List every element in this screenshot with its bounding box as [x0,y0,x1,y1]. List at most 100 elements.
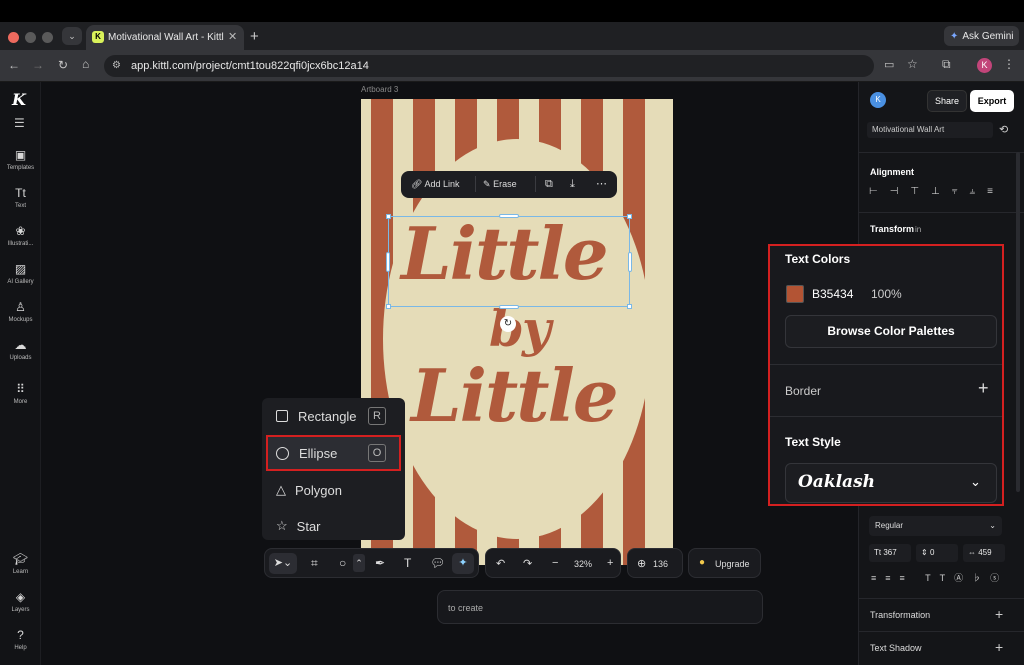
text-little-bottom[interactable]: Little [411,353,619,438]
site-info-icon[interactable]: ⚙ [112,60,121,71]
chevron-down-icon: ⌄ [970,474,981,489]
sidebar-item-layers[interactable]: ◈ Layers [0,590,41,613]
duplicate-icon[interactable]: ⧉ [545,178,553,191]
comment-tool-icon[interactable]: 💬︎ [430,556,445,570]
artboard[interactable]: Little by Little [361,99,673,565]
font-select[interactable]: Oaklash ⌄ [785,463,997,503]
zoom-out-icon[interactable]: − [552,557,558,569]
pen-tool-icon[interactable]: ✒ [375,556,385,570]
url-field[interactable]: ⚙ app.kittl.com/project/cmt1tou822qfi0jc… [104,55,874,77]
more-options-icon[interactable]: ⋯ [596,177,607,190]
browse-color-palettes-button[interactable]: Browse Color Palettes [785,315,997,348]
alignment-section: Alignment ⊢⊣⊤⊥⫧⫨≡ [859,152,1024,212]
resize-handle[interactable] [386,252,390,272]
credits-counter[interactable]: ⊕ 136 [627,548,683,578]
minimize-window-button[interactable] [25,32,36,43]
shape-menu-item-ellipse[interactable]: Ellipse O [266,435,401,471]
scrollbar[interactable] [1016,152,1020,492]
ask-gemini-button[interactable]: ✦ Ask Gemini [944,26,1019,46]
add-link-button[interactable]: 🔗︎ Add Link [411,179,459,190]
selection-box[interactable] [388,216,630,307]
sidebar-item-learn[interactable]: 🎓︎ Learn [0,552,41,575]
shape-menu-item-rectangle[interactable]: Rectangle R [262,398,405,434]
upgrade-button[interactable]: ● Upgrade [688,548,761,578]
project-name-field[interactable]: Motivational Wall Art [867,122,993,138]
zoom-in-icon[interactable]: + [607,557,613,569]
color-opacity-value[interactable]: 100% [871,287,902,301]
home-icon[interactable]: ⌂ [82,57,89,71]
sidebar-item-uploads[interactable]: ☁ Uploads [0,338,41,361]
chevron-up-icon[interactable]: ⌃ [353,554,365,572]
collaborator-avatar[interactable]: K [870,92,886,108]
zoom-window-button[interactable] [42,32,53,43]
sidebar-item-text[interactable]: Tt Text [0,186,41,209]
sidebar-item-mockups[interactable]: ♙ Mockups [0,300,41,323]
shape-menu-item-polygon[interactable]: △ Polygon [262,472,405,508]
shape-tool-icon[interactable]: ○ [339,556,346,570]
kittl-logo[interactable]: K [12,90,26,109]
text-tool-icon[interactable]: T [404,556,411,570]
font-size-field[interactable]: Tt 367 [869,544,911,562]
line-height-value: 0 [929,548,935,557]
text-format-icons[interactable]: ≡≡≡ TTⒶ♭ⓢ [871,571,1008,584]
back-icon[interactable]: ← [8,58,20,72]
history-icon[interactable]: ⟲ [999,123,1008,136]
polygon-icon: △ [276,482,286,497]
ai-magic-icon[interactable]: ✦ [452,553,474,574]
resize-handle[interactable] [386,304,391,309]
bookmark-star-icon[interactable]: ☆ [907,57,918,71]
share-button[interactable]: Share [927,90,967,112]
erase-label: Erase [493,179,517,189]
color-hex-value[interactable]: B35434 [812,287,853,301]
extensions-icon[interactable]: ⧉ [942,57,951,72]
letter-spacing-field[interactable]: ⇔ 459 [963,544,1005,562]
sidebar-item-ai-gallery[interactable]: ▨ AI Gallery [0,262,41,285]
close-tab-icon[interactable]: ✕ [228,30,237,43]
add-transformation-icon[interactable]: + [995,606,1003,622]
download-icon[interactable]: ⤓ [570,178,575,191]
add-text-shadow-icon[interactable]: + [995,639,1003,655]
sidebar-item-templates[interactable]: ▣ Templates [0,148,41,171]
resize-handle[interactable] [627,214,632,219]
text-by[interactable]: by [489,299,551,358]
sidebar-item-label: Learn [12,569,29,575]
cast-icon[interactable]: ▭ [884,58,894,71]
tab-search-icon[interactable]: ⌄ [62,27,82,45]
sidebar-item-illustrations[interactable]: ❀ Illustrati... [0,224,41,247]
erase-button[interactable]: ✎ Erase [483,179,517,190]
profile-avatar[interactable]: K [977,58,992,73]
line-height-field[interactable]: ⇕ 0 [916,544,958,562]
new-tab-button[interactable]: + [250,28,259,45]
browser-menu-icon[interactable]: ⋮ [1003,57,1015,71]
resize-handle[interactable] [499,305,519,309]
close-window-button[interactable] [8,32,19,43]
sidebar-item-help[interactable]: ? Help [0,628,41,651]
zoom-level[interactable]: 32% [574,559,592,569]
transformation-section[interactable]: Transformation + [859,598,1024,631]
sidebar-item-label: Illustrati... [7,241,34,247]
resize-handle[interactable] [499,214,519,218]
alignment-icons[interactable]: ⊢⊣⊤⊥⫧⫨≡ [869,186,1005,197]
resize-handle[interactable] [386,214,391,219]
font-weight-select[interactable]: Regular ⌄ [869,516,1002,536]
upload-icon: ☁ [14,338,27,352]
export-button[interactable]: Export [970,90,1014,112]
color-swatch[interactable] [786,285,804,303]
select-tool-icon[interactable]: ➤⌄ [269,553,297,574]
add-border-icon[interactable]: + [978,378,989,399]
text-shadow-section[interactable]: Text Shadow + [859,631,1024,665]
reload-icon[interactable]: ↻ [58,58,68,72]
resize-handle[interactable] [627,304,632,309]
text-colors-title: Text Colors [785,252,851,266]
undo-icon[interactable]: ↶ [496,557,505,570]
rotate-handle-icon[interactable]: ↻ [500,316,516,332]
ai-prompt-bar[interactable]: to create [437,590,763,624]
redo-icon[interactable]: ↷ [523,557,532,570]
hamburger-menu-icon[interactable]: ☰ [14,116,25,130]
forward-icon[interactable]: → [32,58,44,72]
frame-tool-icon[interactable]: ⌗ [311,556,318,571]
shape-menu-item-star[interactable]: ☆ Star [262,508,405,544]
browser-tab[interactable]: K Motivational Wall Art - Kittl ✕ [86,25,244,50]
sidebar-item-more[interactable]: ⠿ More [0,382,41,405]
resize-handle[interactable] [628,252,632,272]
